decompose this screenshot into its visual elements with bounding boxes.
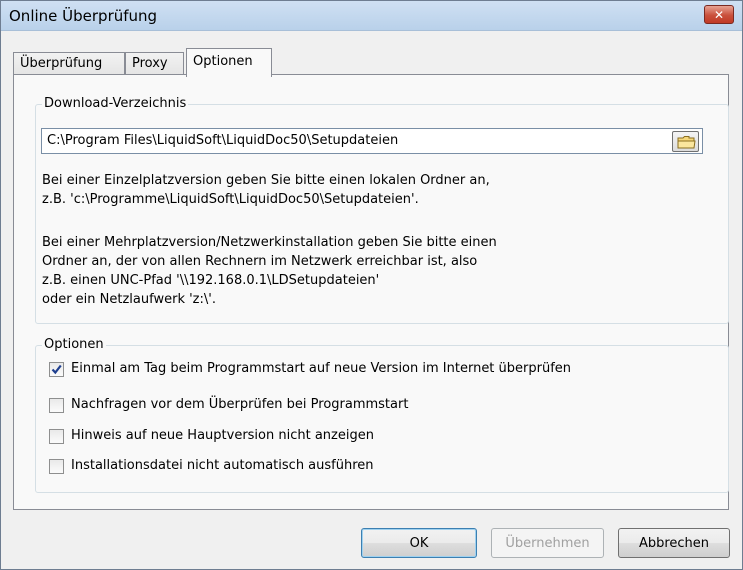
tab-label: Optionen bbox=[193, 54, 253, 69]
apply-button-label: Übernehmen bbox=[505, 535, 590, 551]
apply-button[interactable]: Übernehmen bbox=[491, 528, 604, 558]
tab-proxy[interactable]: Proxy bbox=[125, 52, 184, 76]
checkbox-label: Hinweis auf neue Hauptversion nicht anze… bbox=[71, 428, 374, 443]
options-legend: Optionen bbox=[42, 337, 106, 352]
download-path-field[interactable]: C:\Program Files\LiquidSoft\LiquidDoc50\… bbox=[41, 128, 703, 154]
dialog-window: Online Überprüfung ✕ Überprüfung Proxy O… bbox=[0, 0, 743, 570]
close-button[interactable]: ✕ bbox=[704, 5, 734, 24]
hint-text-line: Bei einer Einzelplatzversion geben Sie b… bbox=[42, 173, 490, 188]
hint-text-line: Ordner an, der von allen Rechnern im Net… bbox=[42, 254, 478, 269]
hint-text-line: Bei einer Mehrplatzversion/Netzwerkinsta… bbox=[42, 235, 497, 250]
checkbox[interactable] bbox=[49, 459, 64, 474]
cancel-button-label: Abbrechen bbox=[638, 535, 710, 551]
checkbox-label: Einmal am Tag beim Programmstart auf neu… bbox=[71, 361, 572, 376]
hint-text-line: z.B. 'c:\Programme\LiquidSoft\LiquidDoc5… bbox=[42, 192, 419, 207]
checkbox[interactable] bbox=[49, 362, 64, 377]
hint-text-line: oder ein Netzlaufwerk 'z:\'. bbox=[42, 292, 216, 307]
folder-icon bbox=[677, 136, 696, 149]
checkbox-label: Installationsdatei nicht automatisch aus… bbox=[71, 458, 374, 473]
ok-button[interactable]: OK bbox=[361, 528, 477, 558]
tab-optionen[interactable]: Optionen bbox=[186, 48, 272, 77]
tab-label: Proxy bbox=[132, 56, 168, 71]
tab-label: Überprüfung bbox=[20, 56, 103, 71]
hint-text-line: z.B. einen UNC-Pfad '\\192.168.0.1\LDSet… bbox=[42, 273, 380, 288]
window-title: Online Überprüfung bbox=[9, 7, 158, 25]
download-path-value: C:\Program Files\LiquidSoft\LiquidDoc50\… bbox=[47, 133, 399, 148]
checkbox-label: Nachfragen vor dem Überprüfen bei Progra… bbox=[71, 397, 409, 412]
title-bar[interactable]: Online Überprüfung ✕ bbox=[1, 1, 742, 31]
close-icon: ✕ bbox=[713, 7, 725, 22]
browse-folder-button[interactable] bbox=[672, 131, 699, 152]
checkbox[interactable] bbox=[49, 398, 64, 413]
cancel-button[interactable]: Abbrechen bbox=[618, 528, 730, 558]
ok-button-label: OK bbox=[409, 535, 429, 551]
download-directory-legend: Download-Verzeichnis bbox=[42, 96, 189, 111]
checkbox[interactable] bbox=[49, 429, 64, 444]
tab-ueberpruefung[interactable]: Überprüfung bbox=[13, 52, 125, 76]
checkmark-icon bbox=[51, 364, 62, 375]
